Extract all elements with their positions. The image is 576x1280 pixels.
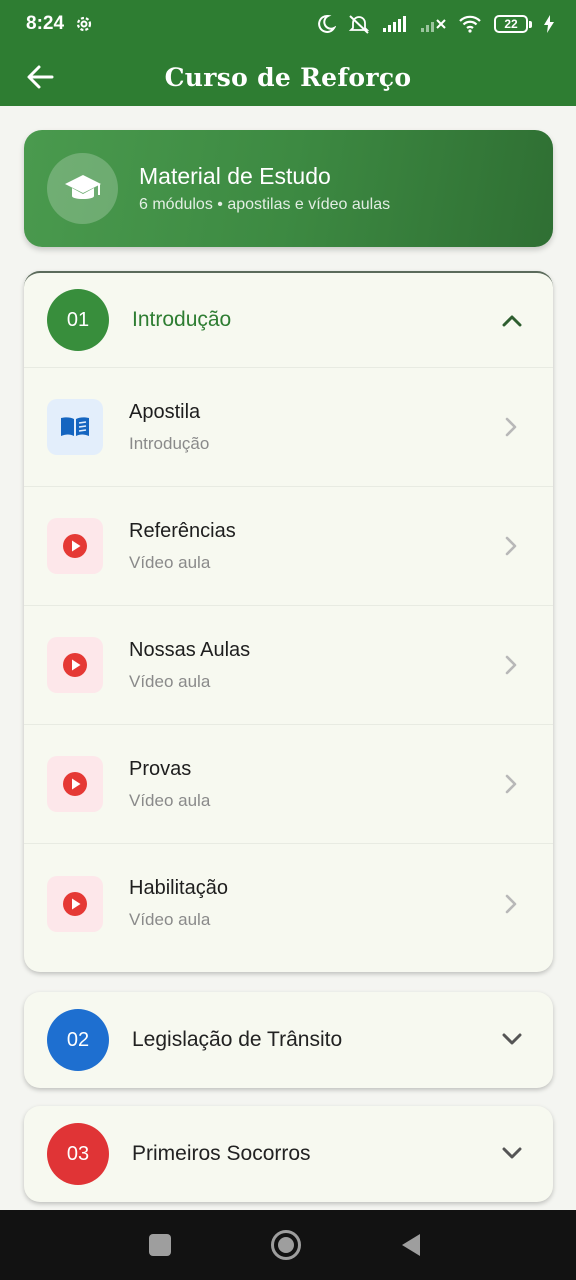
play-icon xyxy=(63,534,87,558)
status-time: 8:24 xyxy=(26,13,65,34)
lesson-subtitle: Introdução xyxy=(129,433,210,453)
play-icon xyxy=(63,891,87,916)
module-title: Legislação de Trânsito xyxy=(132,1028,343,1051)
lesson-subtitle: Vídeo aula xyxy=(129,910,211,929)
chevron-right-icon xyxy=(505,655,517,675)
play-icon xyxy=(63,653,87,677)
chevron-down-icon[interactable] xyxy=(501,1033,523,1047)
wifi-icon xyxy=(459,15,481,33)
banner-subtitle: 6 módulos • apostilas e vídeo aulas xyxy=(139,196,391,213)
signal-off-icon xyxy=(421,19,446,32)
module-header-01[interactable]: 01 Introdução xyxy=(24,273,553,368)
lesson-title: Nossas Aulas xyxy=(129,638,251,661)
app-bar: Curso de Reforço xyxy=(0,48,576,106)
play-icon xyxy=(63,772,87,796)
back-triangle-button[interactable] xyxy=(400,1233,422,1257)
lesson-item-referencias[interactable]: Referências Vídeo aula xyxy=(24,487,553,606)
page-title: Curso de Reforço xyxy=(164,62,412,92)
lesson-subtitle: Vídeo aula xyxy=(129,790,211,810)
module-header-03[interactable]: 03 Primeiros Socorros xyxy=(24,1106,553,1202)
lesson-title: Provas xyxy=(129,757,192,780)
chevron-right-icon xyxy=(505,774,517,794)
lesson-subtitle: Vídeo aula xyxy=(129,552,211,572)
lesson-icon-box xyxy=(47,756,103,812)
home-button[interactable] xyxy=(270,1229,302,1261)
lesson-item-habilitacao[interactable]: Habilitação Vídeo aula xyxy=(24,844,553,963)
lesson-item-nossas-aulas[interactable]: Nossas Aulas Vídeo aula xyxy=(24,606,553,725)
recents-button[interactable] xyxy=(149,1234,171,1256)
battery-level: 22 xyxy=(494,15,528,33)
module-card-02: 02 Legislação de Trânsito xyxy=(24,992,553,1088)
module-title: Primeiros Socorros xyxy=(132,1142,311,1165)
lesson-icon-box xyxy=(47,875,103,932)
module-title: Introdução xyxy=(132,308,232,331)
signal-icon xyxy=(383,16,406,32)
status-bar: 8:24 22 xyxy=(0,0,576,48)
module-number-badge: 03 xyxy=(47,1123,109,1185)
chevron-right-icon xyxy=(505,417,517,437)
lesson-title: Apostila xyxy=(129,400,201,423)
charging-bolt-icon xyxy=(544,15,554,33)
module-number-badge: 01 xyxy=(47,289,109,351)
module-number-badge: 02 xyxy=(47,1009,109,1071)
module-header-02[interactable]: 02 Legislação de Trânsito xyxy=(24,992,553,1088)
study-material-banner: Material de Estudo 6 módulos • apostilas… xyxy=(24,130,553,247)
battery-icon: 22 xyxy=(494,15,532,33)
chevron-right-icon xyxy=(505,536,517,556)
book-icon xyxy=(61,417,89,436)
settings-gear-icon xyxy=(76,16,92,32)
chevron-up-icon[interactable] xyxy=(501,313,523,327)
lesson-icon-box xyxy=(47,399,103,455)
lesson-icon-box xyxy=(47,518,103,574)
banner-title: Material de Estudo xyxy=(139,163,331,189)
back-arrow-icon[interactable] xyxy=(26,63,56,91)
mute-icon xyxy=(348,15,370,34)
chevron-right-icon xyxy=(505,894,517,913)
graduation-cap-icon xyxy=(64,174,101,199)
lesson-title: Referências xyxy=(129,519,236,542)
banner-icon-circle xyxy=(47,153,118,224)
chevron-down-icon[interactable] xyxy=(501,1147,523,1161)
lesson-subtitle: Vídeo aula xyxy=(129,671,211,691)
lesson-item-provas[interactable]: Provas Vídeo aula xyxy=(24,725,553,844)
system-nav-bar xyxy=(0,1210,576,1280)
module-card-03: 03 Primeiros Socorros xyxy=(24,1106,553,1202)
module-card-01: 01 Introdução Apostila Introdução Referê… xyxy=(24,271,553,972)
moon-icon xyxy=(318,14,336,33)
lesson-title: Habilitação xyxy=(129,877,228,899)
lesson-icon-box xyxy=(47,637,103,693)
lesson-item-apostila[interactable]: Apostila Introdução xyxy=(24,368,553,487)
